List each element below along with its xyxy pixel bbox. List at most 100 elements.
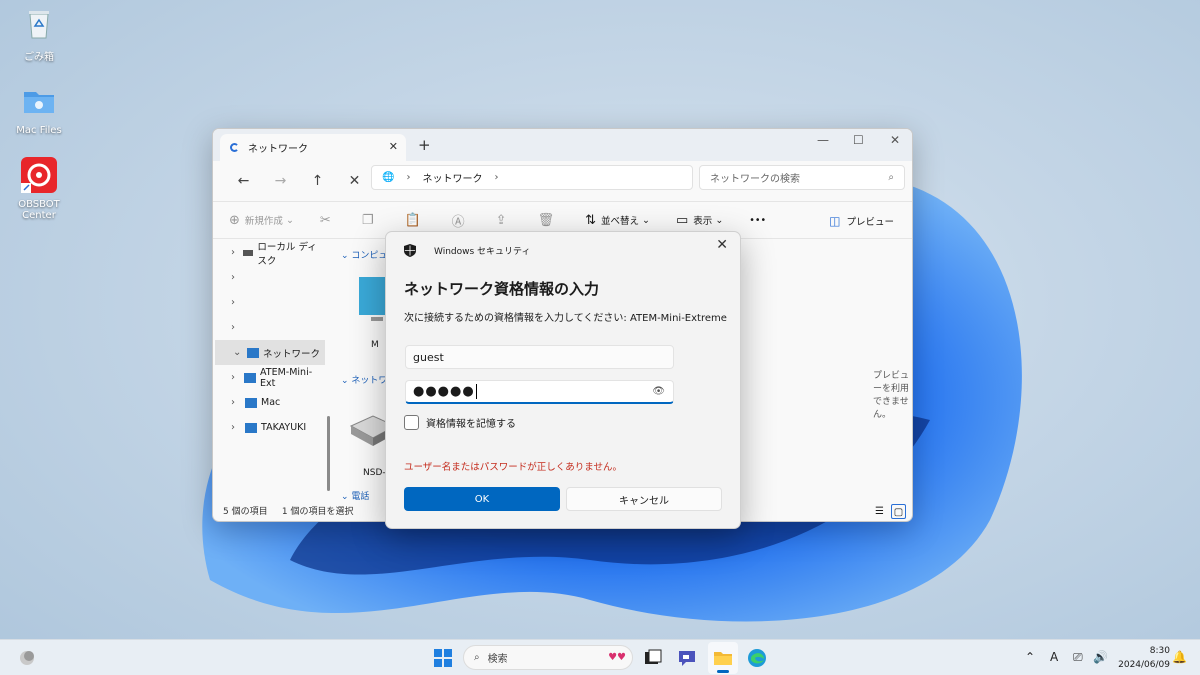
- taskbar-search[interactable]: ⌕ 検索 ♥♥: [463, 645, 633, 670]
- new-tab-icon[interactable]: +: [418, 136, 431, 154]
- file-explorer-taskbar-button[interactable]: [708, 642, 738, 674]
- delete-icon[interactable]: 🗑: [538, 213, 560, 228]
- network-icon[interactable]: ⎚: [1073, 650, 1083, 665]
- sidebar-item-label: TAKAYUKI: [261, 422, 307, 433]
- sidebar-item-label: ATEM-Mini-Ext: [260, 366, 313, 389]
- chevron-right-icon[interactable]: ›: [231, 297, 245, 308]
- tab-network[interactable]: ネットワーク ✕: [220, 134, 406, 161]
- dialog-heading: ネットワーク資格情報の入力: [404, 280, 600, 298]
- address-bar[interactable]: 🌐 › ネットワーク ›: [371, 165, 693, 190]
- sidebar-item[interactable]: ›: [213, 315, 325, 340]
- start-icon[interactable]: [432, 647, 454, 669]
- dialog-title-bar: Windows セキュリティ: [404, 244, 531, 257]
- chat-icon[interactable]: [676, 647, 698, 669]
- tab-title: ネットワーク: [248, 144, 308, 155]
- group-header-phone[interactable]: ⌄ 電話: [341, 489, 369, 502]
- sidebar-item-takayuki[interactable]: › TAKAYUKI: [213, 415, 325, 440]
- chevron-right-icon[interactable]: ›: [231, 247, 243, 258]
- sidebar-item-atem[interactable]: › ATEM-Mini-Ext: [213, 365, 325, 390]
- view-switcher: ☰ ▢: [872, 504, 906, 519]
- ok-button[interactable]: OK: [404, 487, 560, 511]
- sort-label: 並べ替え: [601, 216, 640, 227]
- add-icon: ⊕: [229, 212, 240, 228]
- group-label: ネットワ: [351, 376, 388, 386]
- sidebar-item[interactable]: ›: [213, 290, 325, 315]
- details-view-icon[interactable]: ☰: [872, 504, 887, 519]
- group-header-network[interactable]: ⌄ ネットワ: [341, 373, 387, 386]
- obsbot-app-icon: [21, 157, 57, 193]
- maximize-icon[interactable]: ☐: [853, 133, 864, 147]
- large-icons-view-icon[interactable]: ▢: [891, 504, 906, 519]
- stop-icon[interactable]: ✕: [336, 173, 373, 189]
- chevron-up-icon[interactable]: ⌃: [1025, 650, 1035, 664]
- ime-indicator[interactable]: A: [1050, 650, 1058, 664]
- taskbar: ⌕ 検索 ♥♥ ⌃ A ⎚ 🔊 8:30 2024/06/09 🔔: [0, 639, 1200, 675]
- minimize-icon[interactable]: —: [817, 133, 829, 147]
- nas-device-label[interactable]: NSD-: [363, 468, 386, 478]
- search-input[interactable]: ネットワークの検索 ⌕: [699, 165, 905, 190]
- edge-icon[interactable]: [746, 647, 768, 669]
- remember-credentials[interactable]: 資格情報を記憶する: [404, 415, 516, 430]
- chevron-right-icon[interactable]: ›: [231, 372, 244, 383]
- computer-item-label[interactable]: M: [371, 340, 379, 350]
- view-label: 表示: [693, 216, 713, 227]
- password-field[interactable]: ●●●●● 👁: [405, 380, 674, 404]
- close-icon[interactable]: ✕: [716, 237, 728, 253]
- status-bar: 5 個の項目 1 個の項目を選択: [223, 504, 354, 517]
- search-placeholder: ネットワークの検索: [710, 174, 800, 185]
- view-button[interactable]: ▭ 表示 ⌄: [676, 213, 723, 228]
- computer-icon: [245, 422, 257, 433]
- cancel-button[interactable]: キャンセル: [566, 487, 722, 511]
- clock[interactable]: 8:30 2024/06/09: [1118, 644, 1170, 672]
- up-icon[interactable]: ↑: [299, 173, 336, 189]
- sidebar-item[interactable]: ›: [213, 265, 325, 290]
- username-field[interactable]: guest: [405, 345, 674, 369]
- close-window-icon[interactable]: ✕: [890, 133, 900, 147]
- new-button[interactable]: ⊕ 新規作成 ⌄: [229, 213, 294, 228]
- cut-icon[interactable]: ✂: [320, 213, 336, 228]
- folder-icon: [24, 92, 54, 113]
- desktop-icon-recycle-bin[interactable]: ごみ箱: [1, 6, 77, 63]
- desktop-icon-label: ごみ箱: [24, 52, 54, 63]
- remember-checkbox[interactable]: [404, 415, 419, 430]
- copy-icon[interactable]: ❐: [362, 213, 379, 228]
- chevron-right-icon[interactable]: ›: [231, 322, 245, 333]
- more-options-button[interactable]: •••: [749, 215, 766, 226]
- sidebar-item-mac[interactable]: › Mac: [213, 390, 325, 415]
- forward-icon[interactable]: →: [262, 173, 299, 189]
- share-icon[interactable]: ⇪: [496, 213, 512, 228]
- paste-icon[interactable]: 📋: [404, 213, 425, 228]
- new-label: 新規作成: [244, 216, 283, 227]
- reveal-password-icon[interactable]: 👁: [652, 386, 665, 397]
- preview-label: プレビュー: [846, 217, 894, 228]
- search-highlight-icon: ♥♥: [608, 652, 626, 663]
- network-globe-icon: 🌐: [382, 172, 395, 183]
- navigation-pane: › ローカル ディスク › › › ⌄ ネットワーク › ATEM-Mini-Ext …: [213, 240, 325, 506]
- notification-bell-icon[interactable]: 🔔: [1172, 650, 1187, 664]
- chevron-right-icon[interactable]: ›: [231, 397, 245, 408]
- sidebar-scrollbar[interactable]: [327, 416, 330, 491]
- rename-icon[interactable]: Ⓐ: [452, 211, 470, 230]
- volume-icon[interactable]: 🔊: [1093, 650, 1108, 664]
- breadcrumb-chevron-icon[interactable]: ›: [406, 172, 410, 183]
- back-icon[interactable]: ←: [225, 173, 262, 189]
- sort-button[interactable]: ⇅ 並べ替え ⌄: [585, 213, 650, 228]
- weather-icon[interactable]: [16, 647, 38, 669]
- preview-pane-button[interactable]: ◫ プレビュー: [829, 214, 894, 228]
- chevron-right-icon[interactable]: ›: [231, 422, 245, 433]
- preview-unavailable-text: プレビューを利用できません。: [873, 371, 910, 420]
- desktop-icon-mac-files[interactable]: Mac Files: [1, 83, 77, 136]
- username-value: guest: [413, 350, 444, 364]
- text-caret: [475, 384, 477, 399]
- chevron-down-icon[interactable]: ⌄: [233, 347, 247, 358]
- close-tab-icon[interactable]: ✕: [389, 140, 398, 153]
- sidebar-item-network[interactable]: ⌄ ネットワーク: [215, 340, 325, 365]
- breadcrumb-network[interactable]: ネットワーク: [422, 170, 482, 185]
- chevron-right-icon[interactable]: ›: [231, 272, 245, 283]
- desktop-icon-obsbot-center[interactable]: OBSBOT Center: [1, 157, 77, 221]
- breadcrumb-chevron-icon[interactable]: ›: [494, 172, 498, 183]
- task-view-icon[interactable]: [642, 647, 664, 669]
- sidebar-item-local-disk[interactable]: › ローカル ディスク: [213, 240, 325, 267]
- search-icon: ⌕: [474, 652, 480, 663]
- folder-icon: [714, 652, 732, 665]
